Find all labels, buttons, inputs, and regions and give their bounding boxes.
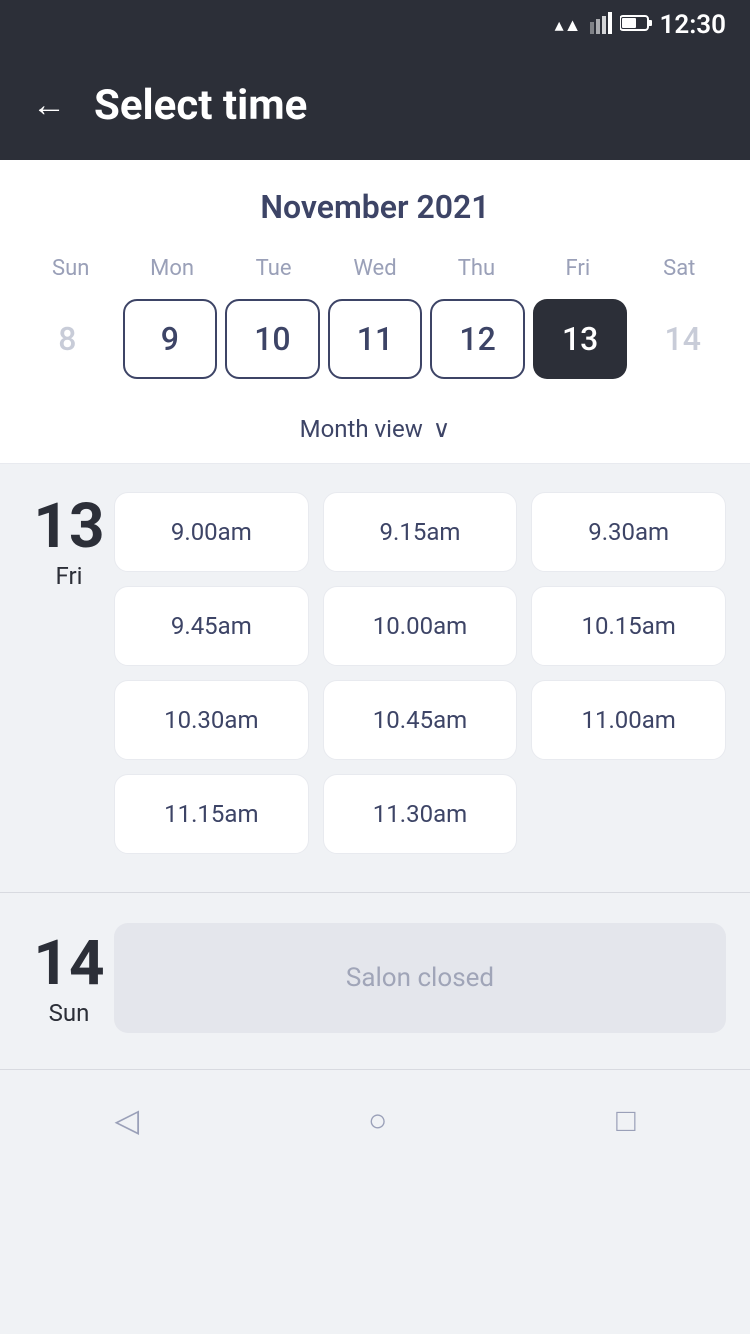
weekday-label: Fri xyxy=(527,250,628,287)
weekday-label: Mon xyxy=(121,250,222,287)
date-cell[interactable]: 11 xyxy=(328,299,423,379)
day13-number-block: 13 Fri xyxy=(24,492,114,590)
date-cell[interactable]: 8 xyxy=(20,299,115,379)
status-time: 12:30 xyxy=(660,10,727,40)
day13-number: 13 xyxy=(33,496,104,558)
weekday-label: Wed xyxy=(324,250,425,287)
day13-name: Fri xyxy=(56,562,83,590)
time-slot[interactable]: 9.45am xyxy=(114,586,309,666)
time-slot[interactable]: 10.15am xyxy=(531,586,726,666)
time-slot[interactable]: 9.30am xyxy=(531,492,726,572)
time-slot[interactable]: 11.15am xyxy=(114,774,309,854)
time-slot[interactable]: 9.15am xyxy=(323,492,518,572)
battery-icon xyxy=(620,14,652,37)
nav-back-icon[interactable]: ◁ xyxy=(114,1101,139,1139)
time-slot[interactable]: 11.00am xyxy=(531,680,726,760)
weekday-labels: SunMonTueWedThuFriSat xyxy=(20,250,730,287)
page-title: Select time xyxy=(94,81,307,130)
nav-home-icon[interactable]: ○ xyxy=(368,1101,387,1139)
day13-header: 13 Fri 9.00am9.15am9.30am9.45am10.00am10… xyxy=(24,492,726,854)
day14-name: Sun xyxy=(49,999,90,1027)
date-cell[interactable]: 14 xyxy=(635,299,730,379)
day14-section: 14 Sun Salon closed xyxy=(0,903,750,1069)
month-view-label[interactable]: Month view xyxy=(300,415,423,443)
salon-closed-label: Salon closed xyxy=(346,963,494,993)
day13-slots-grid: 9.00am9.15am9.30am9.45am10.00am10.15am10… xyxy=(114,492,726,854)
month-view-toggle[interactable]: Month view ∨ xyxy=(0,399,750,464)
back-button[interactable]: ← xyxy=(32,88,66,122)
header: ← Select time xyxy=(0,50,750,160)
day13-section: 13 Fri 9.00am9.15am9.30am9.45am10.00am10… xyxy=(0,464,750,882)
weekday-label: Thu xyxy=(426,250,527,287)
weekday-label: Sat xyxy=(629,250,730,287)
date-cell[interactable]: 10 xyxy=(225,299,320,379)
nav-bar: ◁ ○ □ xyxy=(0,1069,750,1169)
calendar-section: November 2021 SunMonTueWedThuFriSat 8910… xyxy=(0,160,750,399)
month-year-label: November 2021 xyxy=(20,188,730,226)
signal-icon xyxy=(590,12,612,39)
nav-recent-icon[interactable]: □ xyxy=(616,1101,635,1139)
time-slot[interactable]: 10.45am xyxy=(323,680,518,760)
status-bar: ▴▲ 12:30 xyxy=(0,0,750,50)
time-slot[interactable]: 10.00am xyxy=(323,586,518,666)
day14-number: 14 xyxy=(33,933,104,995)
wifi-icon: ▴▲ xyxy=(555,15,582,36)
weekday-label: Sun xyxy=(20,250,121,287)
date-cell[interactable]: 13 xyxy=(533,299,628,379)
chevron-down-icon[interactable]: ∨ xyxy=(433,415,451,443)
dates-row: 891011121314 xyxy=(20,299,730,399)
section-divider xyxy=(0,892,750,893)
date-cell[interactable]: 9 xyxy=(123,299,218,379)
salon-closed-box: Salon closed xyxy=(114,923,726,1033)
status-icons: ▴▲ 12:30 xyxy=(555,10,726,40)
date-cell[interactable]: 12 xyxy=(430,299,525,379)
time-slot[interactable]: 11.30am xyxy=(323,774,518,854)
time-slot[interactable]: 9.00am xyxy=(114,492,309,572)
day14-number-block: 14 Sun xyxy=(24,929,114,1027)
time-slot[interactable]: 10.30am xyxy=(114,680,309,760)
weekday-label: Tue xyxy=(223,250,324,287)
